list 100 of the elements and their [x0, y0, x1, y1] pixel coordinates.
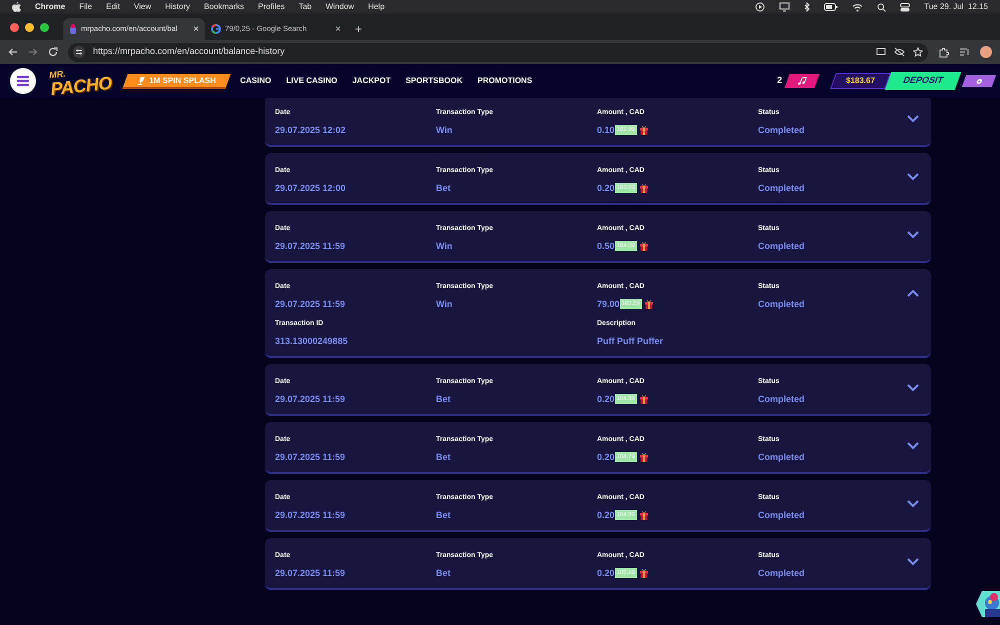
cast-icon[interactable] — [876, 47, 886, 57]
profile-avatar[interactable] — [980, 46, 992, 58]
clock: Tue 29. Jul 12.15 — [924, 1, 988, 13]
amount-value: 0.20 — [597, 566, 615, 580]
display-icon[interactable] — [779, 2, 790, 12]
deposit-button[interactable]: DEPOSIT — [884, 72, 962, 90]
menu-item[interactable]: History — [165, 1, 190, 13]
field-value: Completed — [758, 508, 806, 522]
gift-icon — [638, 183, 649, 194]
window-zoom-button[interactable] — [40, 22, 49, 32]
field-value: Win — [436, 124, 454, 136]
app-menu[interactable]: Chrome — [35, 1, 66, 13]
site-favicon — [69, 24, 77, 34]
field-value: Bet — [436, 450, 452, 464]
chevron-down-icon[interactable] — [907, 500, 919, 508]
chevron-down-icon[interactable] — [907, 558, 919, 566]
apple-icon — [12, 2, 21, 12]
menu-icon — [16, 75, 30, 87]
menu-button[interactable] — [10, 68, 36, 94]
menu-item[interactable]: Tab — [298, 1, 312, 13]
menu-item[interactable]: File — [79, 1, 92, 13]
chevron-down-icon[interactable] — [907, 173, 919, 181]
site-settings-icon[interactable] — [73, 46, 85, 58]
field-value: Win — [436, 240, 454, 252]
field-value: Completed — [758, 450, 806, 464]
nav-link[interactable]: CASINO — [240, 75, 272, 87]
field-value: 29.07.2025 12:00 — [275, 182, 347, 194]
nav-link[interactable]: JACKPOT — [352, 75, 391, 87]
field-value: 29.07.2025 11:59 — [275, 508, 346, 522]
field-value: Completed — [758, 240, 806, 253]
amount-value: 79.00 — [597, 298, 620, 310]
tab-close-button[interactable]: × — [193, 22, 199, 36]
reload-icon[interactable] — [48, 47, 58, 57]
logo-text: MR. — [48, 67, 66, 80]
field-value: 29.07.2025 11:59 — [275, 566, 346, 580]
url-text: https://mrpacho.com/en/account/balance-history — [93, 45, 286, 58]
settings-button[interactable] — [962, 75, 996, 87]
forward-icon[interactable] — [28, 47, 38, 57]
extensions-icon[interactable] — [938, 46, 949, 58]
field-value: Win — [436, 298, 454, 310]
amount-value: 0.20 — [597, 508, 615, 522]
bookmark-star-icon[interactable] — [913, 47, 923, 57]
new-tab-button[interactable]: + — [347, 18, 370, 40]
field-value: Bet — [436, 392, 452, 406]
field-value: Completed — [758, 182, 806, 195]
balance-amount: $183.67 — [846, 75, 875, 87]
gift-icon — [638, 241, 649, 252]
music-button[interactable] — [784, 74, 820, 88]
menu-item[interactable]: Profiles — [258, 1, 285, 13]
field-value: Completed — [758, 392, 806, 406]
field-value: 29.07.2025 12:02 — [275, 124, 347, 136]
menu-item[interactable]: Window — [326, 1, 354, 13]
nav-link[interactable]: LIVE CASINO — [286, 75, 338, 87]
amount-value: 0.50 — [597, 240, 615, 252]
chevron-down-icon[interactable] — [907, 384, 919, 392]
bluetooth-icon[interactable] — [804, 2, 810, 12]
chevron-up-icon[interactable] — [907, 289, 919, 297]
amount-value: 0.20 — [597, 392, 615, 406]
promo-label: 1M SPIN SPLASH — [150, 74, 216, 86]
chevron-down-icon[interactable] — [907, 442, 919, 450]
window-close-button[interactable] — [10, 22, 19, 32]
menu-item[interactable]: View — [134, 1, 152, 13]
gift-icon — [638, 125, 649, 136]
wifi-icon[interactable] — [852, 2, 864, 12]
tab-close-button[interactable]: × — [335, 22, 341, 36]
google-favicon — [211, 24, 221, 34]
nav-link[interactable]: SPORTSBOOK — [406, 75, 462, 87]
field-value: 29.07.2025 11:59 — [275, 240, 346, 252]
nav-link[interactable]: PROMOTIONS — [478, 75, 532, 87]
gift-icon — [638, 510, 649, 520]
field-value: Bet — [436, 508, 452, 522]
menu-item[interactable]: Help — [368, 1, 385, 13]
control-center-icon[interactable] — [900, 2, 910, 12]
chevron-down-icon[interactable] — [907, 231, 919, 239]
notification-count: 2 — [777, 74, 782, 88]
field-value: 29.07.2025 11:59 — [275, 450, 346, 464]
chevron-down-icon[interactable] — [907, 115, 919, 123]
menu-item[interactable]: Bookmarks — [204, 1, 244, 13]
eye-off-icon[interactable] — [894, 47, 905, 57]
address-bar[interactable]: https://mrpacho.com/en/account/balance-history — [68, 42, 928, 62]
amount-value: 0.10 — [597, 124, 615, 136]
menu-item[interactable]: Edit — [106, 1, 120, 13]
reading-list-icon[interactable] — [959, 47, 970, 57]
field-value: Puff Puff Puffer — [597, 334, 664, 348]
field-value: Bet — [436, 566, 452, 580]
field-value: 29.07.2025 11:59 — [275, 392, 346, 406]
field-value: Completed — [758, 298, 806, 311]
field-value: 29.07.2025 11:59 — [275, 298, 346, 310]
field-value: 313.13000249885 — [275, 334, 349, 348]
gift-icon — [638, 394, 649, 404]
back-icon[interactable] — [8, 47, 18, 57]
battery-icon[interactable] — [824, 3, 838, 11]
field-value: Bet — [436, 182, 452, 194]
window-minimize-button[interactable] — [25, 22, 34, 32]
settings-icon — [974, 78, 984, 84]
play-icon[interactable] — [755, 2, 766, 12]
gift-icon — [644, 299, 654, 310]
amount-value: 0.20 — [597, 182, 615, 194]
search-icon[interactable] — [877, 2, 886, 12]
field-value: Completed — [758, 566, 806, 580]
